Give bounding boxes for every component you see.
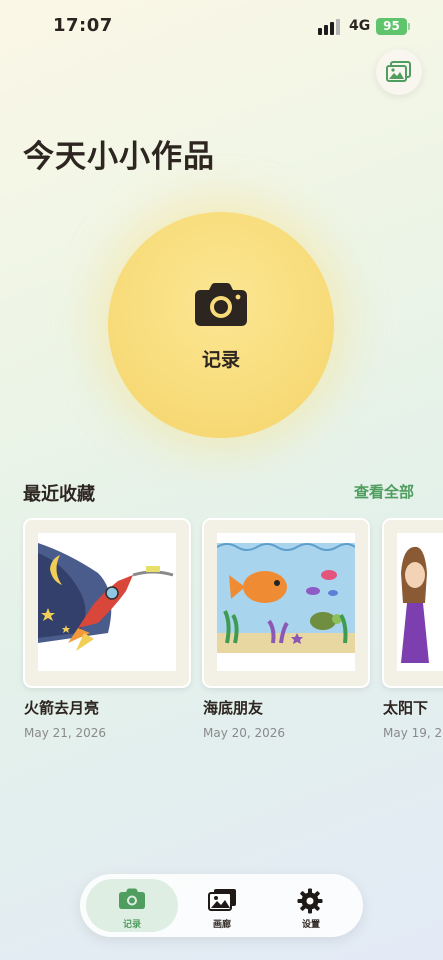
artwork-card[interactable]: 火箭去月亮 May 21, 2026 — [23, 518, 191, 740]
artwork-frame — [382, 518, 443, 688]
battery-icon: 95 — [376, 18, 407, 35]
artwork-date: May 19, 2026 — [383, 726, 443, 740]
artwork-frame — [202, 518, 370, 688]
artwork-date: May 21, 2026 — [24, 726, 107, 740]
record-label: 记录 — [201, 349, 240, 371]
artwork-thumbnail — [38, 533, 176, 671]
status-time: 17:07 — [53, 15, 113, 36]
gallery-icon — [386, 61, 411, 82]
tab-label: 设置 — [301, 920, 320, 930]
gear-icon — [297, 888, 323, 914]
artwork-frame — [23, 518, 191, 688]
recent-carousel[interactable]: 火箭去月亮 May 21, 2026 海底朋友 May 20, 2026 太阳下… — [0, 518, 443, 748]
artwork-thumbnail — [217, 533, 355, 671]
camera-icon — [195, 283, 247, 326]
page-title: 今天小小作品 — [23, 139, 215, 175]
section-title: 最近收藏 — [23, 484, 95, 505]
artwork-date: May 20, 2026 — [203, 726, 286, 740]
battery-tip — [408, 23, 410, 30]
tab-record[interactable]: 记录 — [86, 879, 178, 932]
artwork-card[interactable]: 太阳下 May 19, 2026 — [382, 518, 443, 740]
rocket-drawing — [38, 543, 174, 651]
artwork-card[interactable]: 海底朋友 May 20, 2026 — [202, 518, 370, 740]
network-label: 4G — [349, 18, 371, 34]
record-button[interactable]: 记录 — [108, 212, 334, 438]
tab-label: 画廊 — [212, 920, 231, 930]
sun-drawing — [401, 546, 429, 663]
artwork-thumbnail — [397, 533, 443, 671]
tab-settings[interactable]: 设置 — [265, 879, 357, 932]
tab-bar: 记录 画廊 设置 — [80, 874, 363, 937]
tab-gallery[interactable]: 画廊 — [176, 879, 268, 932]
status-bar: 17:07 4G 95 — [0, 0, 443, 54]
artwork-title: 太阳下 — [383, 699, 429, 717]
photos-icon — [208, 889, 236, 911]
undersea-drawing — [217, 543, 355, 653]
gallery-button[interactable] — [376, 49, 422, 95]
tab-label: 记录 — [122, 920, 141, 930]
view-all-link[interactable]: 查看全部 — [354, 481, 414, 502]
signal-icon — [318, 19, 342, 35]
camera-icon — [119, 888, 145, 909]
artwork-title: 海底朋友 — [203, 699, 264, 717]
artwork-title: 火箭去月亮 — [24, 699, 100, 717]
